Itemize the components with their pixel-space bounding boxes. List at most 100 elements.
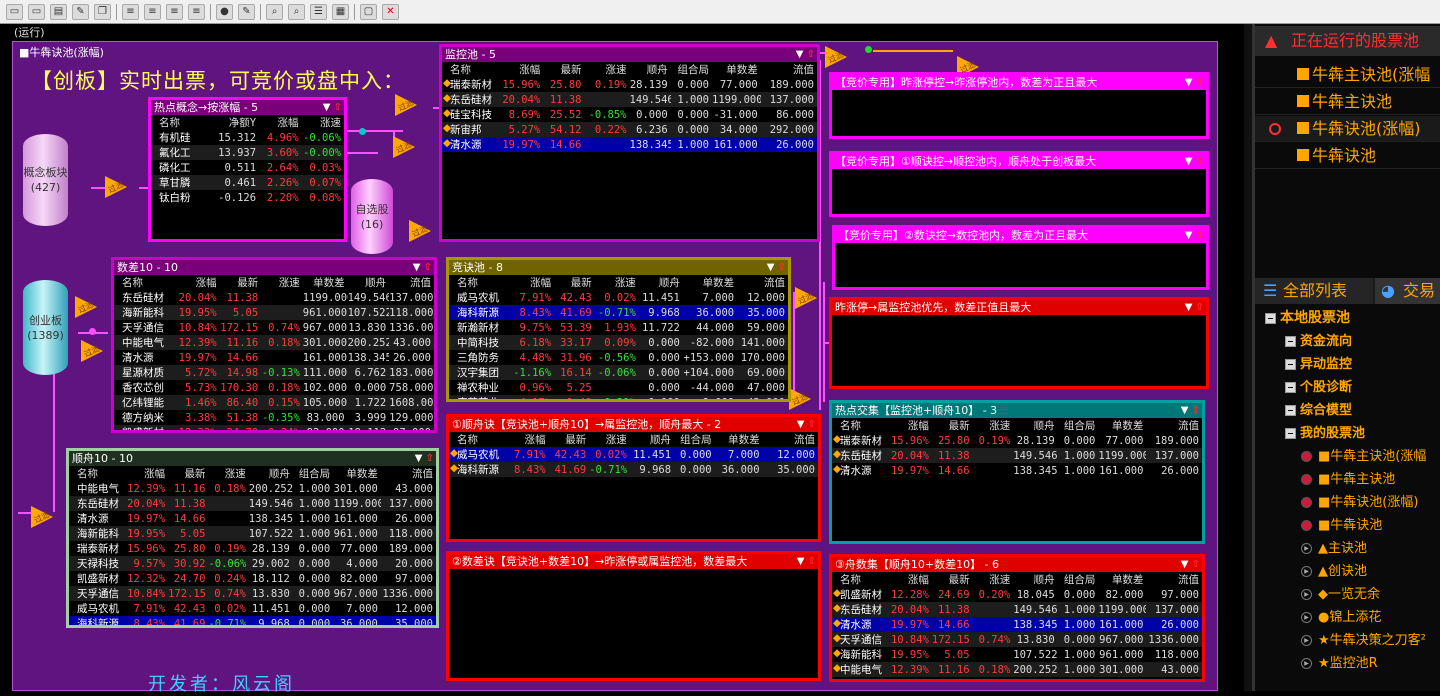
table-row[interactable]: 天孚通信 10.84% 172.15 0.74% 967.000 13.830 1336.0…	[114, 320, 434, 335]
tree-group[interactable]: 异动监控	[1285, 353, 1352, 372]
table-row[interactable]: ◆ 清水源 19.97% 14.66 138.345 1.000 161.000 26.000	[832, 617, 1202, 632]
table-row[interactable]: ◆ 清水源 19.97% 14.66 138.345 1.000 161.000 26.000	[442, 137, 817, 152]
table-row[interactable]: 凯盛新材 12.32% 24.70 0.24% 82.000 18.112 97.000	[114, 425, 434, 430]
shunzhou10-panel[interactable]: 顺舟10 - 10 ▼ ⇧ 名称 涨幅 最新 涨速 顺舟 组合局 单数差 流值 中能电气 12.39…	[66, 448, 439, 628]
table-row[interactable]: 香农芯创 5.73% 170.30 0.18% 102.000 0.000 758.000	[114, 380, 434, 395]
column-header[interactable]: 名称	[832, 418, 888, 433]
column-header[interactable]: 最新	[554, 275, 595, 290]
column-header[interactable]: 涨速	[589, 432, 630, 447]
column-header[interactable]: 涨幅	[498, 62, 543, 77]
column-header[interactable]: 最新	[168, 466, 208, 481]
table-row[interactable]: 氟化工 13.937 3.60% -0.00%	[151, 145, 344, 160]
table-row[interactable]: ◆ 瑞泰新材 15.96% 25.80 0.19% 28.139 0.000 77.000 18…	[832, 433, 1202, 448]
column-header[interactable]: 涨速	[208, 466, 248, 481]
run-icon[interactable]: ●	[216, 3, 233, 20]
yesterday-limit-up-panel[interactable]: 昨涨停→属监控池优先，数差正值且最大 ▼ ⇧	[829, 297, 1209, 389]
table-row[interactable]: 有机硅 15.312 4.96% -0.06%	[151, 130, 344, 145]
running-pool-item[interactable]: 牛犇诀池	[1255, 143, 1440, 169]
column-header[interactable]: 涨速	[595, 275, 639, 290]
jingjue-pool-panel[interactable]: 竞诀池 - 8 ▼ ⇧ 名称 涨幅 最新 涨速 顺舟 单数差 流值 威马农机 7.91% 42.43…	[446, 257, 791, 402]
tree-leaf[interactable]: ■牛犇诀池(涨幅)	[1301, 491, 1418, 510]
watchlist-cylinder[interactable]: 自选股 (16)	[351, 179, 393, 254]
column-header[interactable]: 组合局	[1058, 418, 1099, 433]
column-header[interactable]: 单数差	[683, 275, 737, 290]
column-header[interactable]: 涨幅	[888, 572, 932, 587]
running-pool-item[interactable]: 牛犇主诀池	[1255, 89, 1440, 115]
auction-shu-control-panel[interactable]: 【竞价专用】②数诀控→数控池内，数差为正且最大 ▼ ⇧	[832, 225, 1209, 290]
table-row[interactable]: ◆ 天孚通信 10.84% 172.15 0.74% 13.830 0.000 967.000…	[832, 632, 1202, 647]
column-header[interactable]: 最新	[932, 572, 973, 587]
panel-controls[interactable]: ▼ ⇧	[797, 417, 816, 432]
table-row[interactable]: 三角防务 4.48% 31.96 -0.56% 0.000 +153.000 170.000	[449, 350, 788, 365]
column-header[interactable]: 涨幅	[175, 275, 220, 290]
search-icon[interactable]: ⌕	[266, 3, 283, 20]
hot-concept-panel[interactable]: 热点概念→按涨幅 - 5 ▼ ⇧ 名称 净额Y 涨幅 涨速 有机硅 15.312 4.96% -…	[148, 97, 347, 242]
table-row[interactable]: 凯盛新材 12.32% 24.70 0.24% 18.112 0.000 82.000 97.…	[69, 571, 436, 586]
panel-controls[interactable]: ▼ ⇧	[1185, 75, 1204, 90]
distribute-icon[interactable]: ≡	[188, 3, 205, 20]
column-header[interactable]: 最新	[549, 432, 590, 447]
table-row[interactable]: 汉宇集团 -1.16% 16.14 -0.06% 0.000 +104.000 69.000	[449, 365, 788, 380]
column-header[interactable]: 名称	[832, 572, 888, 587]
column-header[interactable]: 名称	[114, 275, 175, 290]
column-header[interactable]: 组合局	[674, 432, 715, 447]
collapse-icon[interactable]	[1285, 405, 1296, 416]
running-pool-item[interactable]: 牛犇主诀池(涨幅	[1255, 62, 1440, 88]
table-row[interactable]: 海新能科 19.95% 5.05 961.000 107.522 118.000	[114, 305, 434, 320]
tree-group[interactable]: 综合模型	[1285, 399, 1352, 418]
align-right-icon[interactable]: ≡	[166, 3, 183, 20]
zoom-icon[interactable]: ⌕	[288, 3, 305, 20]
column-header[interactable]: 流值	[737, 275, 788, 290]
tree-leaf[interactable]: ▶ ●锦上添花	[1301, 606, 1381, 625]
align-left-icon[interactable]: ≡	[122, 3, 139, 20]
pane-splitter[interactable]	[1244, 24, 1252, 691]
column-header[interactable]: 净额Y	[213, 115, 259, 130]
table-row[interactable]: 天孚通信 10.84% 172.15 0.74% 13.830 0.000 967.000 1…	[69, 586, 436, 601]
folder-icon[interactable]: ▭	[28, 3, 45, 20]
concept-sector-cylinder[interactable]: 概念板块 (427)	[23, 134, 68, 226]
tree-root[interactable]: 本地股票池	[1265, 307, 1350, 327]
column-header[interactable]: 流值	[761, 62, 817, 77]
tree-leaf[interactable]: ■牛犇主诀池	[1301, 468, 1395, 487]
column-header[interactable]: 顺舟	[630, 62, 671, 77]
tree-group[interactable]: 资金流向	[1285, 330, 1352, 349]
column-header[interactable]: 单数差	[715, 432, 763, 447]
column-header[interactable]: 名称	[449, 432, 504, 447]
table-row[interactable]: ◆ 凯盛新材 12.28% 24.69 0.20% 18.045 0.000 82.000 97…	[832, 587, 1202, 602]
table-row[interactable]: ◆ 瑞泰新材 15.96% 25.80 0.19% 28.139 0.000 77.000 18…	[442, 77, 817, 92]
column-header[interactable]: 涨速	[973, 418, 1014, 433]
column-header[interactable]: 名称	[69, 466, 124, 481]
table-row[interactable]: 天禄科技 9.57% 30.92 -0.06% 29.002 0.000 4.000 20.0…	[69, 556, 436, 571]
copy-icon[interactable]: ❐	[94, 3, 111, 20]
open-folder-icon[interactable]: ▭	[6, 3, 23, 20]
table-row[interactable]: ◆ 清水源 19.97% 14.66 138.345 1.000 161.000 26.000	[832, 463, 1202, 478]
table-row[interactable]: 亿纬锂能1.46%86.400.15%105.0001.7221608.000	[114, 395, 434, 410]
collapse-icon[interactable]	[1285, 428, 1296, 439]
tree-leaf[interactable]: ■牛犇主诀池(涨幅	[1301, 445, 1426, 464]
table-row[interactable]: 威马农机 7.91% 42.43 0.02% 11.451 7.000 12.000	[449, 290, 788, 305]
column-header[interactable]: 顺舟	[1013, 418, 1057, 433]
auction-zt-control-panel[interactable]: 【竞价专用】昨涨停控→昨涨停池内，数差为正且最大 ▼ ⇧	[829, 72, 1209, 139]
column-header[interactable]: 顺舟	[639, 275, 683, 290]
column-header[interactable]: 名称	[151, 115, 213, 130]
notes-icon[interactable]: ▦	[332, 3, 349, 20]
column-header[interactable]: 单数差	[712, 62, 761, 77]
column-header[interactable]: 涨幅	[124, 466, 168, 481]
column-header[interactable]: 顺舟	[249, 466, 293, 481]
align-center-icon[interactable]: ≡	[144, 3, 161, 20]
column-header[interactable]: 组合局	[1058, 572, 1099, 587]
shunzhou-jue-panel[interactable]: ①顺舟诀【竞诀池+顺舟10】→属监控池，顺舟最大 - 2 ▼ ⇧ 名称 涨幅 最新 涨速…	[446, 414, 821, 542]
column-header[interactable]: 涨幅	[504, 432, 548, 447]
table-row[interactable]: ◆ 中能电气 12.39% 11.16 0.18% 200.252 1.000 301.000…	[832, 662, 1202, 677]
collapse-icon[interactable]	[1285, 336, 1296, 347]
column-header[interactable]: 涨速	[302, 115, 344, 130]
column-header[interactable]: 单数差	[1098, 418, 1146, 433]
tab-all-list[interactable]: ☰ 全部列表	[1255, 278, 1373, 304]
column-header[interactable]: 顺舟	[348, 275, 390, 290]
table-row[interactable]: 中简科技 6.18% 33.17 0.09% 0.000 -82.000 141.000	[449, 335, 788, 350]
collapse-icon[interactable]	[1285, 359, 1296, 370]
panel-controls[interactable]: ▼ ⇧	[413, 260, 432, 275]
column-header[interactable]: 最新	[932, 418, 973, 433]
column-header[interactable]: 最新	[543, 62, 584, 77]
edit-icon[interactable]: ✎	[72, 3, 89, 20]
